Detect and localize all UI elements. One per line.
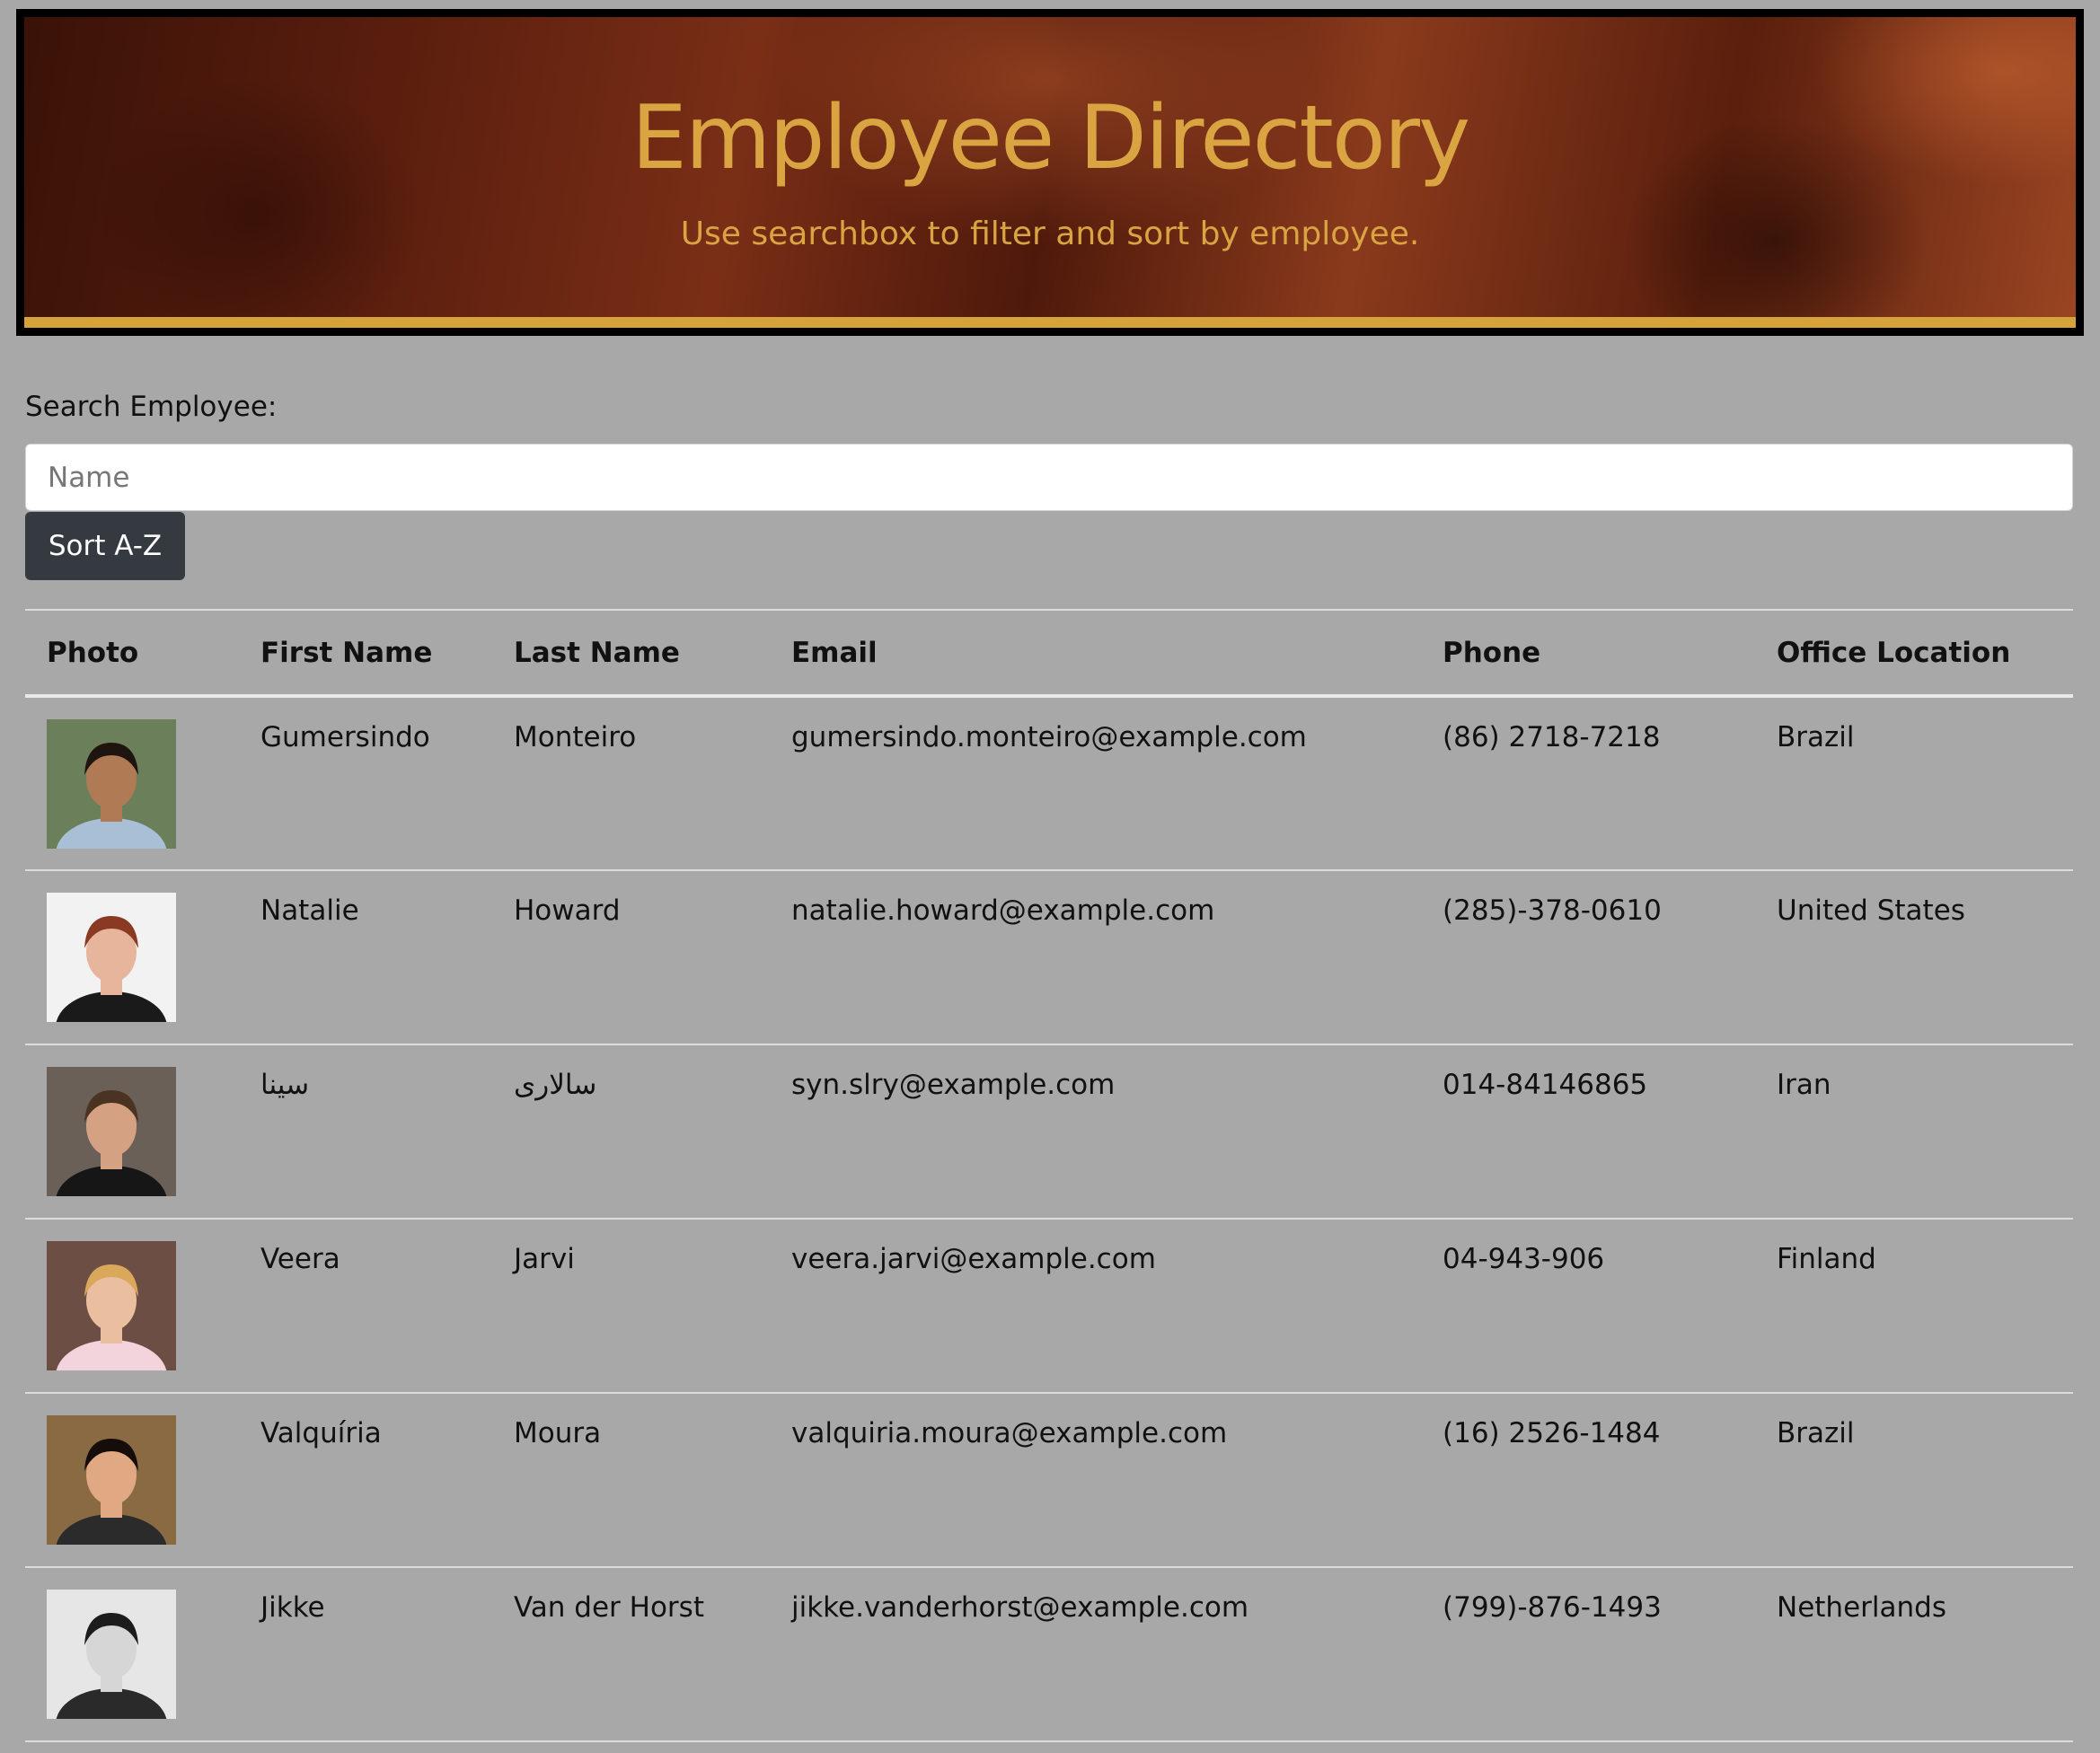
- page-subtitle: Use searchbox to filter and sort by empl…: [680, 216, 1420, 252]
- location-cell: Netherlands: [1755, 1567, 2073, 1742]
- first-name-cell: Jikke: [239, 1567, 492, 1742]
- table-row: Valquíria Moura valquiria.moura@example.…: [25, 1393, 2073, 1568]
- email-cell: syn.slry@example.com: [770, 1044, 1421, 1220]
- photo-cell: [25, 696, 239, 871]
- photo-cell: [25, 870, 239, 1045]
- phone-cell: (285)-378-0610: [1421, 870, 1755, 1045]
- table-row: Veera Jarvi veera.jarvi@example.com 04-9…: [25, 1219, 2073, 1394]
- header-banner: Employee Directory Use searchbox to filt…: [16, 9, 2084, 336]
- first-name-cell: سينا: [239, 1044, 492, 1220]
- last-name-cell: Howard: [492, 870, 770, 1045]
- first-name-cell: Natalie: [239, 870, 492, 1045]
- table-row: سينا سالاری syn.slry@example.com 014-841…: [25, 1044, 2073, 1220]
- location-cell: Brazil: [1755, 1393, 2073, 1568]
- sort-az-button[interactable]: Sort A-Z: [25, 512, 185, 580]
- page-title: Employee Directory: [631, 87, 1470, 189]
- photo-cell: [25, 1567, 239, 1742]
- search-label: Search Employee:: [25, 391, 278, 423]
- employee-photo: [47, 1415, 176, 1545]
- banner-accent-bar: [24, 317, 2076, 328]
- phone-cell: (16) 2526-1484: [1421, 1393, 1755, 1568]
- first-name-cell: Gumersindo: [239, 696, 492, 871]
- table-row: Natalie Howard natalie.howard@example.co…: [25, 870, 2073, 1045]
- employee-photo: [47, 1590, 176, 1719]
- last-name-cell: Moura: [492, 1393, 770, 1568]
- search-input[interactable]: [25, 444, 2073, 511]
- photo-cell: [25, 1219, 239, 1394]
- employee-photo: [47, 719, 176, 849]
- email-cell: gumersindo.monteiro@example.com: [770, 696, 1421, 871]
- column-header-email: Email: [770, 609, 1421, 698]
- photo-cell: [25, 1393, 239, 1568]
- last-name-cell: Van der Horst: [492, 1567, 770, 1742]
- employee-table: Photo First Name Last Name Email Phone O…: [25, 609, 2073, 1742]
- phone-cell: 04-943-906: [1421, 1219, 1755, 1394]
- table-row: Gumersindo Monteiro gumersindo.monteiro@…: [25, 696, 2073, 871]
- location-cell: Brazil: [1755, 696, 2073, 871]
- first-name-cell: Veera: [239, 1219, 492, 1394]
- email-cell: natalie.howard@example.com: [770, 870, 1421, 1045]
- table-row: Jikke Van der Horst jikke.vanderhorst@ex…: [25, 1567, 2073, 1742]
- table-header-row: Photo First Name Last Name Email Phone O…: [25, 609, 2073, 698]
- employee-photo: [47, 1067, 176, 1196]
- employee-table-body: Gumersindo Monteiro gumersindo.monteiro@…: [25, 696, 2073, 1742]
- column-header-phone: Phone: [1421, 609, 1755, 698]
- photo-cell: [25, 1044, 239, 1220]
- location-cell: United States: [1755, 870, 2073, 1045]
- last-name-cell: سالاری: [492, 1044, 770, 1220]
- phone-cell: 014-84146865: [1421, 1044, 1755, 1220]
- location-cell: Iran: [1755, 1044, 2073, 1220]
- email-cell: jikke.vanderhorst@example.com: [770, 1567, 1421, 1742]
- column-header-office-location: Office Location: [1755, 609, 2073, 698]
- column-header-last-name: Last Name: [492, 609, 770, 698]
- phone-cell: (799)-876-1493: [1421, 1567, 1755, 1742]
- email-cell: valquiria.moura@example.com: [770, 1393, 1421, 1568]
- last-name-cell: Jarvi: [492, 1219, 770, 1394]
- employee-photo: [47, 893, 176, 1022]
- phone-cell: (86) 2718-7218: [1421, 696, 1755, 871]
- location-cell: Finland: [1755, 1219, 2073, 1394]
- column-header-first-name: First Name: [239, 609, 492, 698]
- last-name-cell: Monteiro: [492, 696, 770, 871]
- column-header-photo: Photo: [25, 609, 239, 698]
- first-name-cell: Valquíria: [239, 1393, 492, 1568]
- email-cell: veera.jarvi@example.com: [770, 1219, 1421, 1394]
- employee-photo: [47, 1241, 176, 1370]
